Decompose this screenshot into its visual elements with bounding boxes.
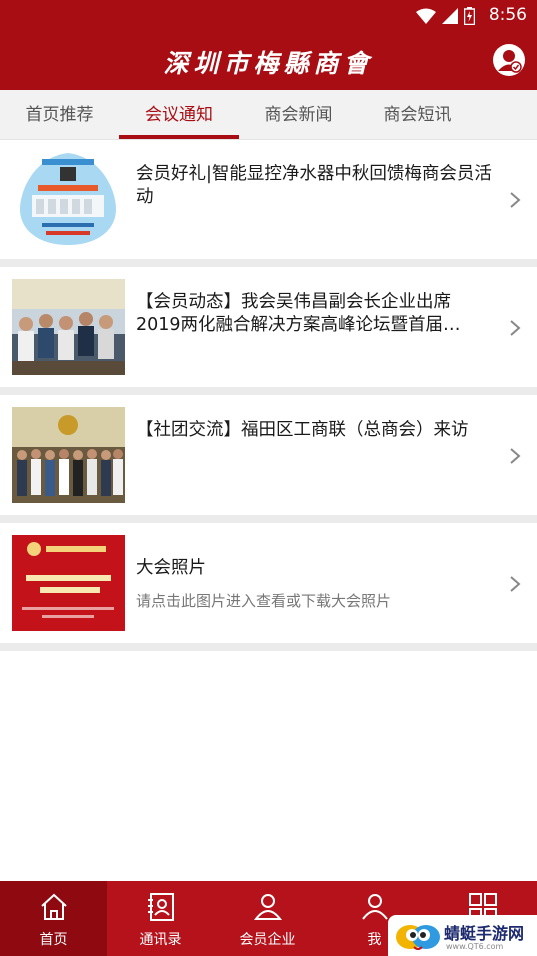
nav-member-enterprise[interactable]: 会员企业: [214, 881, 321, 956]
nav-contacts[interactable]: 通讯录: [107, 881, 214, 956]
chevron-right-icon: [510, 448, 521, 464]
status-icons: [416, 7, 475, 25]
nav-home[interactable]: 首页: [0, 881, 107, 956]
thumbnail-forum-audience: [12, 279, 125, 375]
clock: 8:56: [488, 5, 527, 25]
thumbnail-group-photo: [12, 407, 125, 503]
list-item[interactable]: 大会照片 请点击此图片进入查看或下载大会照片: [0, 523, 537, 643]
app-header: 深圳市梅縣商會: [0, 32, 537, 90]
nav-label: 首页: [39, 932, 68, 948]
tab-bar: 首页推荐 会议通知 商会新闻 商会短讯: [0, 90, 537, 140]
list-item[interactable]: 【会员动态】我会吴伟昌副会长企业出席2019两化融合解决方案高峰论坛暨首届…: [0, 267, 537, 387]
member-enterprise-icon: [253, 894, 282, 920]
nav-label: 会员企业: [239, 932, 296, 948]
list-item[interactable]: 会员好礼|智能显控净水器中秋回馈梅商会员活动: [0, 141, 537, 259]
tab-home-recommend[interactable]: 首页推荐: [0, 90, 119, 140]
home-icon: [40, 893, 67, 920]
divider: [0, 515, 537, 523]
app-title: 深圳市梅縣商會: [163, 49, 374, 78]
nav-label: 通讯录: [139, 932, 182, 948]
tab-chamber-briefs[interactable]: 商会短讯: [358, 90, 477, 140]
active-tab-indicator: [119, 135, 239, 139]
list-item-title: 会员好礼|智能显控净水器中秋回馈梅商会员活动: [136, 164, 492, 207]
wifi-icon: [416, 8, 436, 24]
list-item-subtitle: 请点击此图片进入查看或下载大会照片: [136, 592, 392, 610]
list-item-title: 【会员动态】我会吴伟昌副会长企业出席2019两化融合解决方案高峰论坛暨首届…: [136, 292, 461, 335]
signal-icon: [442, 8, 458, 24]
list-item[interactable]: 【社团交流】福田区工商联（总商会）来访: [0, 395, 537, 515]
profile-button[interactable]: [493, 44, 525, 76]
tab-chamber-news[interactable]: 商会新闻: [239, 90, 358, 140]
list-item-title: 【社团交流】福田区工商联（总商会）来访: [136, 420, 469, 440]
divider: [0, 259, 537, 267]
list-item-title: 大会照片: [136, 558, 206, 578]
status-bar: 8:56: [0, 0, 537, 32]
battery-icon: [464, 7, 475, 25]
dragonfly-logo-icon: [396, 925, 440, 950]
watermark-url: www.QT6.com: [446, 942, 504, 951]
divider: [0, 643, 537, 651]
tab-meeting-notice[interactable]: 会议通知: [119, 90, 239, 140]
contacts-icon: [147, 893, 174, 921]
chevron-right-icon: [510, 320, 521, 336]
thumbnail-water-purifier: [12, 151, 125, 247]
watermark: 蜻蜓手游网 www.QT6.com: [388, 915, 537, 956]
thumbnail-conference-photos: [12, 535, 125, 631]
watermark-text: 蜻蜓手游网: [444, 924, 525, 943]
chevron-right-icon: [510, 576, 521, 592]
user-profile-icon: [498, 50, 522, 73]
divider: [0, 387, 537, 395]
me-icon: [361, 894, 388, 920]
chevron-right-icon: [510, 192, 521, 208]
